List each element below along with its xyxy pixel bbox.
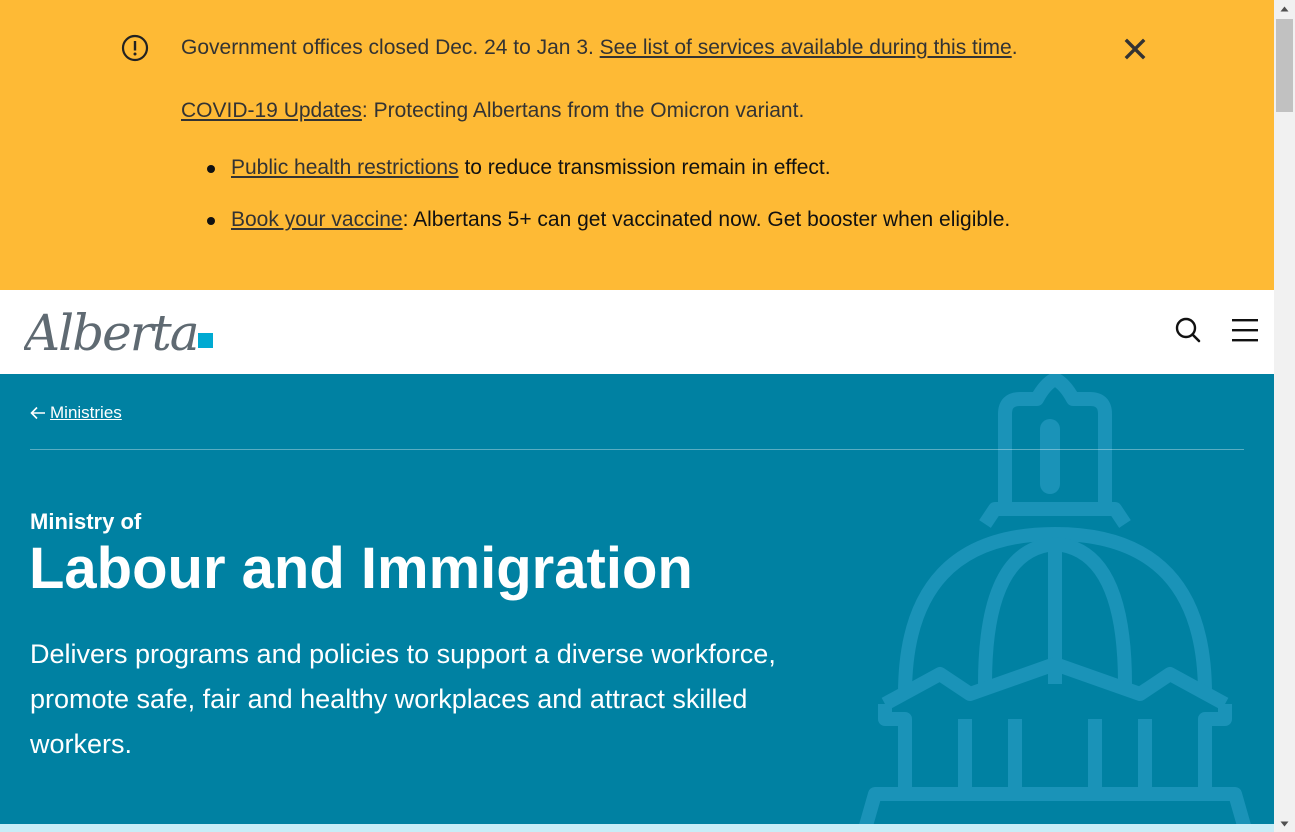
divider [30,449,1244,450]
site-header: Alberta [0,290,1274,374]
exclamation-circle-icon [121,34,149,62]
section-divider [0,824,1274,832]
scroll-up-button[interactable] [1274,0,1295,17]
page-lead: Delivers programs and policies to suppor… [30,639,776,759]
page: Government offices closed Dec. 24 to Jan… [0,0,1274,832]
caret-down-icon [1280,821,1289,826]
hamburger-menu-icon[interactable] [1230,315,1260,345]
covid-text: : Protecting Albertans from the Omicron … [361,99,805,122]
covid-notice: COVID-19 Updates: Protecting Albertans f… [181,97,804,125]
alberta-logo: Alberta [24,304,213,360]
services-link[interactable]: See list of services available during th… [600,36,1012,59]
vertical-scrollbar[interactable] [1274,0,1295,832]
book-vaccine-link[interactable]: Book your vaccine [231,208,403,231]
logo-wordmark: Alberta [24,304,198,360]
list-item: Public health restrictions to reduce tra… [205,154,1010,182]
close-icon[interactable] [1122,36,1148,62]
bullet-dot [207,217,215,225]
arrow-left-icon [30,406,45,420]
search-icon[interactable] [1173,315,1203,345]
page-eyebrow: Ministry of [30,509,142,534]
page-title: Labour and Immigration [29,536,693,601]
caret-up-icon [1280,6,1289,11]
bullet-dot [207,165,215,173]
bullet-text: : Albertans 5+ can get vaccinated now. G… [402,208,1011,231]
alert-banner: Government offices closed Dec. 24 to Jan… [0,0,1274,290]
scrollbar-thumb[interactable] [1276,19,1293,112]
breadcrumb: Ministries [30,402,122,424]
legislature-dome-icon [858,374,1252,831]
covid-updates-link[interactable]: COVID-19 Updates [181,99,362,122]
closure-end: . [1011,36,1018,59]
list-item: Book your vaccine: Albertans 5+ can get … [205,206,1010,234]
bullet-text: to reduce transmission remain in effect. [458,156,831,179]
ministry-hero: Ministries Ministry of Labour and Immigr… [0,374,1274,832]
alert-bullet-list: Public health restrictions to reduce tra… [205,154,1010,258]
restrictions-link[interactable]: Public health restrictions [231,156,459,179]
closure-text: Government offices closed Dec. 24 to Jan… [181,36,600,59]
ministries-link[interactable]: Ministries [50,402,122,424]
closure-notice: Government offices closed Dec. 24 to Jan… [181,34,1018,62]
scroll-down-button[interactable] [1274,815,1295,832]
